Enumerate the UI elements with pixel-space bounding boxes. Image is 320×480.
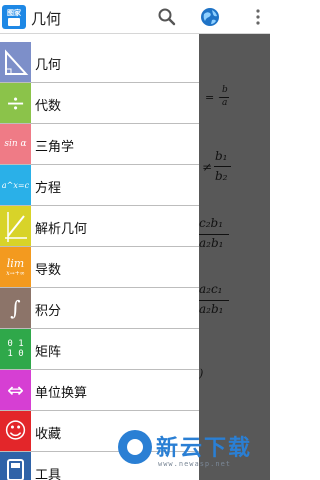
drawer-item-label: 代数 xyxy=(35,99,62,114)
navigation-drawer: 几何 ÷ 代数 sin α 三角学 a^x=c 方程 解析几何 lim x→+∞… xyxy=(0,34,199,480)
drawer-item-algebra[interactable]: ÷ 代数 xyxy=(0,83,199,124)
fraction-bar xyxy=(199,300,229,301)
drawer-item-analytic-geometry[interactable]: 解析几何 xyxy=(0,206,199,247)
drawer-item-label: 解析几何 xyxy=(35,222,88,237)
drawer-item-derivative[interactable]: lim x→+∞ 导数 xyxy=(0,247,199,288)
tile-symbol: 1 0 xyxy=(7,349,24,359)
fraction-bar xyxy=(199,234,229,235)
formula-fragment: c₂b₁ xyxy=(199,216,224,230)
formula-fragment: a₂b₁ xyxy=(199,302,224,316)
watermark: 新云下载 www.newasp.net xyxy=(118,428,270,480)
drawer-item-label: 矩阵 xyxy=(35,345,62,360)
integral-icon: ∫ xyxy=(0,288,31,328)
formula-fragment: a₂c₁ xyxy=(199,282,223,296)
drawer-item-label: 积分 xyxy=(35,304,62,319)
tile-symbol: ⇔ xyxy=(7,378,24,402)
drawer-item-label: 导数 xyxy=(35,263,62,278)
fraction-bar xyxy=(214,166,231,167)
tile-symbol: ÷ xyxy=(5,89,26,117)
drawer-item-label: 收藏 xyxy=(35,427,62,442)
app-logo-shape xyxy=(8,18,20,26)
drawer-item-integral[interactable]: ∫ 积分 xyxy=(0,288,199,329)
watermark-logo-icon xyxy=(118,430,152,464)
formula-fragment: ≠ xyxy=(202,160,213,174)
globe-icon[interactable] xyxy=(199,6,221,28)
drawer-item-label: 方程 xyxy=(35,181,62,196)
drawer-item-label: 工具 xyxy=(35,468,62,480)
equation-icon: a^x=c xyxy=(0,165,31,205)
watermark-url: www.newasp.net xyxy=(158,460,232,468)
tools-icon xyxy=(0,452,31,480)
formula-fragment: ) xyxy=(199,367,204,380)
geometry-triangle-icon xyxy=(0,42,31,82)
tile-symbol: sin α xyxy=(4,139,27,149)
formula-fragment: a₂b₁ xyxy=(199,236,224,250)
drawer-item-geometry[interactable]: 几何 xyxy=(0,42,199,83)
formula-fragment: b₁ xyxy=(215,149,228,163)
drawer-item-trigonometry[interactable]: sin α 三角学 xyxy=(0,124,199,165)
drawer-item-matrix[interactable]: 0 1 1 0 矩阵 xyxy=(0,329,199,370)
matrix-icon: 0 1 1 0 xyxy=(0,329,31,369)
tile-symbol: ☺ xyxy=(4,418,27,444)
tile-subscript: x→+∞ xyxy=(6,270,25,277)
app-logo-text: 图家 xyxy=(7,9,21,17)
drawer-item-label: 三角学 xyxy=(35,140,75,155)
app-logo-icon[interactable]: 图家 xyxy=(2,5,26,29)
favorites-smiley-icon: ☺ xyxy=(0,411,31,451)
overflow-menu-icon[interactable] xyxy=(252,6,264,28)
drawer-item-label: 单位换算 xyxy=(35,386,88,401)
trigonometry-icon: sin α xyxy=(0,124,31,164)
formula-fragment: a xyxy=(222,98,228,108)
app-bar: 图家 几何 xyxy=(0,0,270,34)
page-title: 几何 xyxy=(31,10,62,28)
drawer-item-equation[interactable]: a^x=c 方程 xyxy=(0,165,199,206)
analytic-geometry-icon xyxy=(0,206,31,246)
tile-symbol: a^x=c xyxy=(1,180,30,190)
search-icon[interactable] xyxy=(156,6,178,28)
derivative-limit-icon: lim x→+∞ xyxy=(0,247,31,287)
drawer-item-label: 几何 xyxy=(35,58,62,73)
formula-fragment: b₂ xyxy=(215,169,228,183)
formula-fragment: b xyxy=(222,85,228,95)
algebra-divide-icon: ÷ xyxy=(0,83,31,123)
content-overlay[interactable]: = − b a ≠ b₁ b₂ c₂b₁ a₂b₁ a₂c₁ a₂b₁ ) xyxy=(199,34,270,480)
watermark-text: 新云下载 xyxy=(156,436,253,461)
tile-symbol: lim xyxy=(6,257,25,270)
drawer-item-unit-conversion[interactable]: ⇔ 单位换算 xyxy=(0,370,199,411)
watermark-logo-inner xyxy=(127,439,143,455)
tile-symbol: ∫ xyxy=(10,296,21,320)
tile-symbol: 0 1 xyxy=(7,339,24,349)
unit-conversion-icon: ⇔ xyxy=(0,370,31,410)
